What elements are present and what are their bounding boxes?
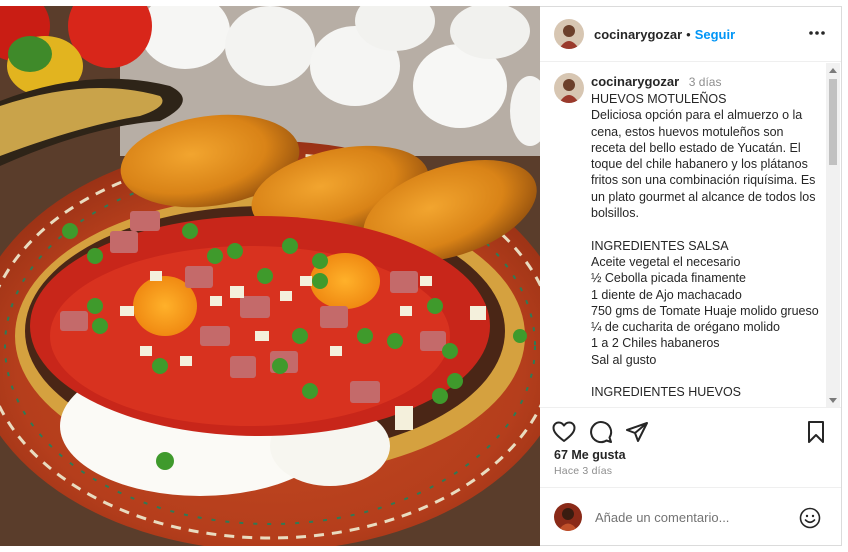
avatar-image — [554, 73, 584, 103]
scrollbar-thumb[interactable] — [829, 79, 837, 165]
emoji-button[interactable] — [799, 507, 821, 529]
heart-icon — [552, 421, 576, 442]
caption-area[interactable]: cocinarygozar 3 días HUEVOS MOTULEÑOS De… — [540, 63, 841, 408]
header-separator: • — [686, 26, 691, 42]
avatar-image — [554, 503, 582, 531]
scroll-down-arrow-icon[interactable] — [829, 398, 837, 403]
like-button[interactable] — [551, 419, 577, 445]
comment-bar — [540, 487, 841, 546]
comment-input[interactable] — [595, 505, 795, 529]
caption-avatar[interactable] — [554, 73, 584, 103]
avatar-image — [554, 19, 584, 49]
post-image[interactable] — [0, 6, 540, 546]
post-side-panel: cocinarygozar • Seguir cocinarygozar 3 d… — [540, 6, 842, 546]
share-button[interactable] — [624, 419, 650, 445]
viewer-avatar — [554, 503, 582, 531]
comment-button[interactable] — [588, 419, 614, 445]
scroll-up-arrow-icon[interactable] — [829, 68, 837, 73]
caption-scrollbar[interactable] — [826, 63, 840, 407]
avatar[interactable] — [554, 19, 584, 49]
smiley-icon — [799, 507, 821, 529]
post-header: cocinarygozar • Seguir — [540, 7, 841, 62]
caption-text: HUEVOS MOTULEÑOS Deliciosa opción para e… — [591, 92, 819, 400]
comment-icon — [590, 421, 613, 444]
caption-meta: cocinarygozar 3 días — [591, 73, 821, 91]
header-username[interactable]: cocinarygozar — [594, 27, 682, 42]
save-button[interactable] — [803, 419, 829, 445]
caption-time[interactable]: 3 días — [689, 75, 722, 89]
food-photo — [0, 6, 540, 546]
caption-body: cocinarygozar 3 días HUEVOS MOTULEÑOS De… — [591, 73, 821, 401]
follow-button[interactable]: Seguir — [695, 27, 735, 42]
likes-count[interactable]: 67 Me gusta — [554, 448, 626, 462]
bookmark-icon — [808, 421, 824, 443]
action-bar — [540, 411, 841, 451]
caption-username[interactable]: cocinarygozar — [591, 74, 679, 89]
caption: cocinarygozar 3 días HUEVOS MOTULEÑOS De… — [554, 73, 826, 401]
post-dialog: cocinarygozar • Seguir cocinarygozar 3 d… — [0, 0, 848, 552]
more-horizontal-icon[interactable] — [807, 23, 827, 43]
share-icon — [626, 422, 648, 442]
post-timestamp[interactable]: Hace 3 días — [554, 465, 612, 477]
